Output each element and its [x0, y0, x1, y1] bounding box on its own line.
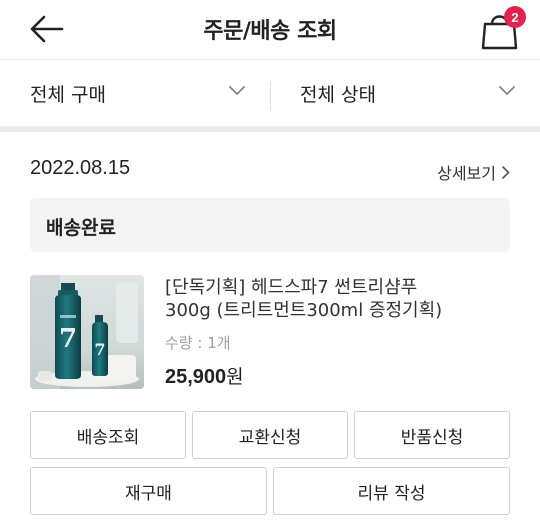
chevron-down-icon: [229, 86, 245, 95]
top-header: 주문/배송 조회 2: [0, 0, 540, 60]
rebuy-button[interactable]: 재구매: [30, 467, 267, 515]
delivery-status-box: 배송완료: [30, 198, 510, 252]
return-request-button[interactable]: 반품신청: [354, 411, 510, 459]
filter-bar: 전체 구매 전체 상태: [0, 60, 540, 132]
page-title: 주문/배송 조회: [203, 19, 337, 44]
price-currency: 원: [226, 366, 244, 388]
product-image[interactable]: 7 7: [30, 275, 144, 389]
product-name[interactable]: [단독기획] 헤드스파7 썬트리샴푸 300g (트리트먼트300ml 증정기획…: [165, 276, 495, 322]
order-detail-label: 상세보기: [437, 164, 496, 183]
track-delivery-button[interactable]: 배송조회: [30, 411, 186, 459]
order-detail-link[interactable]: 상세보기: [437, 160, 510, 184]
cart-count-badge: 2: [504, 6, 526, 28]
chevron-right-icon: [502, 165, 510, 179]
shampoo-product-photo: 7 7: [30, 275, 144, 389]
price-value: 25,900: [165, 366, 227, 388]
filter-divider: [270, 82, 271, 110]
delivery-status: 배송완료: [46, 217, 116, 239]
chevron-down-icon: [499, 86, 515, 95]
status-filter-dropdown[interactable]: 전체 상태: [300, 60, 515, 126]
write-review-button[interactable]: 리뷰 작성: [273, 467, 510, 515]
status-filter-label: 전체 상태: [300, 83, 376, 106]
product-name-line1: [단독기획] 헤드스파7 썬트리샴푸: [165, 277, 418, 298]
purchase-filter-dropdown[interactable]: 전체 구매: [30, 60, 245, 126]
svg-text:7: 7: [94, 340, 105, 359]
product-quantity: 수량 : 1개: [165, 334, 231, 352]
cart-button[interactable]: 2: [480, 6, 526, 50]
exchange-request-button[interactable]: 교환신청: [192, 411, 348, 459]
svg-text:7: 7: [59, 324, 77, 354]
order-date: 2022.08.15: [30, 157, 131, 179]
product-name-line2: 300g (트리트먼트300ml 증정기획): [165, 300, 443, 321]
product-price: 25,900원: [165, 362, 244, 389]
purchase-filter-label: 전체 구매: [30, 83, 106, 106]
